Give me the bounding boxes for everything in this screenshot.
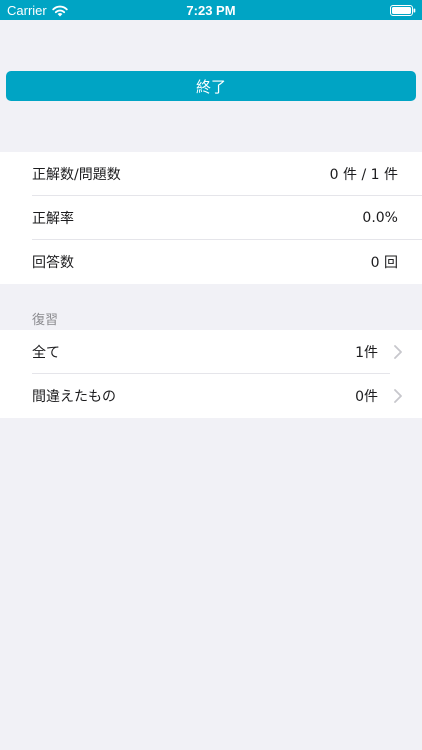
finish-button-label: 終了 xyxy=(195,77,226,96)
status-time: 7:23 PM xyxy=(186,3,236,18)
finish-button[interactable]: 終了 xyxy=(6,71,416,101)
chevron-right-icon xyxy=(394,345,402,359)
stats-value: 0.0% xyxy=(362,210,398,226)
stats-label: 回答数 xyxy=(32,255,74,271)
stats-row-answer-count: 回答数 0 回 xyxy=(0,240,422,284)
review-value: 1件 xyxy=(355,345,378,361)
battery-icon xyxy=(390,5,416,16)
stats-label: 正解率 xyxy=(32,211,74,227)
review-row-mistakes[interactable]: 間違えたもの 0件 xyxy=(0,374,422,418)
review-group: 全て 1件 間違えたもの 0件 xyxy=(0,330,422,418)
stats-row-correct-rate: 正解率 0.0% xyxy=(0,196,422,240)
stats-value: 0 回 xyxy=(370,255,398,271)
review-value: 0件 xyxy=(355,389,378,405)
chevron-right-icon xyxy=(394,389,402,403)
stats-group: 正解数/問題数 0 件 / 1 件 正解率 0.0% 回答数 0 回 xyxy=(0,152,422,284)
review-label: 間違えたもの xyxy=(32,389,116,405)
status-bar: Carrier 7:23 PM xyxy=(0,0,422,20)
stats-row-correct-count: 正解数/問題数 0 件 / 1 件 xyxy=(0,152,422,196)
stats-value: 0 件 / 1 件 xyxy=(329,167,398,183)
stats-label: 正解数/問題数 xyxy=(32,167,121,183)
review-row-all[interactable]: 全て 1件 xyxy=(0,330,422,374)
review-label: 全て xyxy=(32,345,60,361)
review-section-header: 復習 xyxy=(32,313,59,328)
